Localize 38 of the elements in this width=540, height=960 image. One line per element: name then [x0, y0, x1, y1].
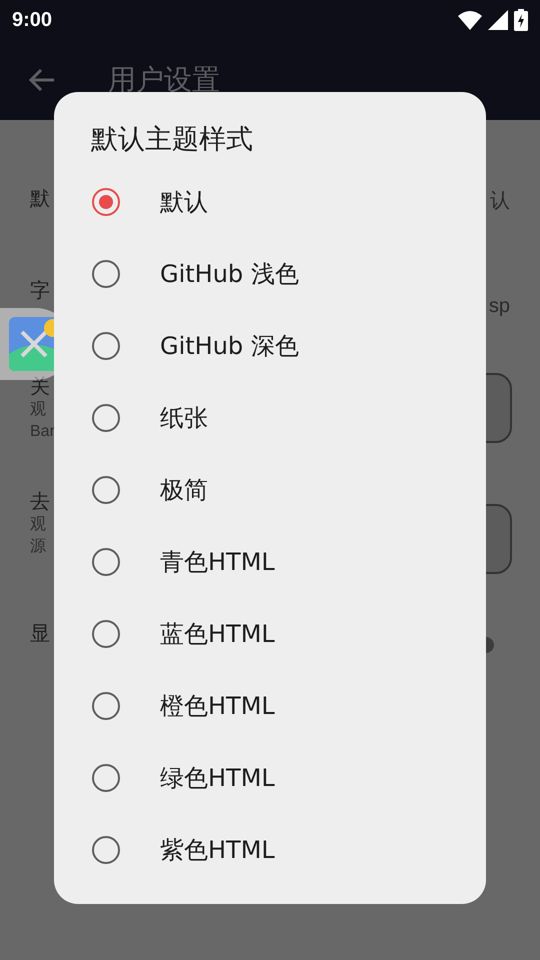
theme-option[interactable]: 青色HTML	[54, 526, 486, 598]
setting-subtitle: 观	[30, 400, 47, 420]
theme-option[interactable]: 极简	[54, 454, 486, 526]
dialog-title: 默认主题样式	[90, 123, 254, 157]
back-icon[interactable]	[28, 68, 56, 92]
radio-button[interactable]	[92, 764, 120, 792]
wifi-icon	[458, 10, 482, 30]
setting-title: 默	[30, 185, 50, 211]
theme-option[interactable]: GitHub 深色	[54, 310, 486, 382]
radio-button[interactable]	[92, 332, 120, 360]
signal-icon	[488, 10, 508, 30]
battery-icon	[514, 9, 528, 31]
setting-subtitle: 观	[30, 515, 47, 535]
setting-title: 字	[30, 277, 50, 303]
setting-title: 显	[30, 620, 50, 646]
screen-title: 用户设置	[108, 62, 220, 98]
radio-button[interactable]	[92, 188, 120, 216]
radio-button[interactable]	[92, 476, 120, 504]
theme-option[interactable]: 蓝色HTML	[54, 598, 486, 670]
radio-button[interactable]	[92, 404, 120, 432]
setting-subtitle: 源	[30, 537, 47, 557]
theme-option[interactable]: GitHub 浅色	[54, 238, 486, 310]
radio-button[interactable]	[92, 548, 120, 576]
radio-button[interactable]	[92, 692, 120, 720]
setting-subtitle: Bar	[30, 422, 55, 442]
setting-value: 认	[490, 189, 510, 214]
theme-option[interactable]: 纸张	[54, 382, 486, 454]
setting-title: 关	[30, 373, 51, 399]
theme-option[interactable]: 绿色HTML	[54, 742, 486, 814]
radio-button[interactable]	[92, 260, 120, 288]
setting-value: sp	[488, 294, 510, 319]
theme-option[interactable]: 橙色HTML	[54, 670, 486, 742]
radio-button[interactable]	[92, 836, 120, 864]
status-time: 9:00	[12, 8, 52, 32]
theme-option[interactable]: 紫色HTML	[54, 814, 486, 886]
theme-option[interactable]: 默认	[54, 166, 486, 238]
radio-button[interactable]	[92, 620, 120, 648]
setting-title: 去	[30, 488, 50, 514]
